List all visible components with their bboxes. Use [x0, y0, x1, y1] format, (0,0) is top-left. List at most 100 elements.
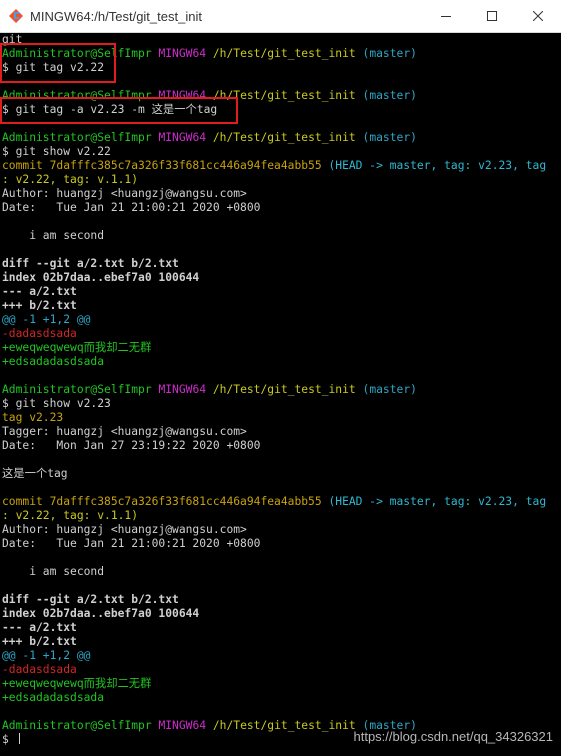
diff-removed-text: -dadasdsada — [2, 663, 77, 676]
diff-header-text: diff --git a/2.txt b/2.txt — [2, 257, 179, 270]
commit-hash: commit 7dafffc385c7a326f33f681cc446a94fe… — [2, 495, 322, 508]
output-line: Author: huangzj <huangzj@wangsu.com> — [2, 187, 561, 201]
minimize-button[interactable] — [423, 0, 469, 32]
diff-header-text: --- a/2.txt — [2, 285, 77, 298]
prompt-system: MINGW64 — [158, 719, 207, 732]
diff-header-line: +++ b/2.txt — [2, 635, 561, 649]
diff-header-text: +++ b/2.txt — [2, 299, 77, 312]
output-text: 这是一个tag — [2, 467, 68, 480]
maximize-button[interactable] — [469, 0, 515, 32]
diff-added-line: +eweqweqwewq而我却二无群 — [2, 677, 561, 691]
output-line: 这是一个tag — [2, 467, 561, 481]
minimize-icon — [441, 16, 451, 17]
input-prompt: $ — [2, 733, 16, 746]
title-bar[interactable]: MINGW64:/h/Test/git_test_init — [0, 0, 561, 33]
diff-header-text: --- a/2.txt — [2, 621, 77, 634]
window-title: MINGW64:/h/Test/git_test_init — [30, 8, 202, 24]
commit-hash: commit 7dafffc385c7a326f33f681cc446a94fe… — [2, 159, 322, 172]
diff-header-line: index 02b7daa..ebef7a0 100644 — [2, 607, 561, 621]
prompt-system: MINGW64 — [158, 131, 207, 144]
prompt-path: /h/Test/git_test_init — [212, 47, 356, 60]
output-text: i am second — [2, 565, 105, 578]
prompt-line: Administrator@SelfImpr MINGW64 /h/Test/g… — [2, 383, 561, 397]
output-text: Date: Tue Jan 21 21:00:21 2020 +0800 — [2, 537, 261, 550]
text-cursor — [18, 733, 20, 744]
diff-removed-line: -dadasdsada — [2, 663, 561, 677]
output-text: Tagger: huangzj <huangzj@wangsu.com> — [2, 425, 247, 438]
command-line: $ git show v2.22 — [2, 145, 561, 159]
diff-added-text: +edsadadasdsada — [2, 691, 105, 704]
diff-header-text: index 02b7daa..ebef7a0 100644 — [2, 271, 200, 284]
diff-header-line: index 02b7daa..ebef7a0 100644 — [2, 271, 561, 285]
diff-header-text: diff --git a/2.txt b/2.txt — [2, 593, 179, 606]
diff-header-text: +++ b/2.txt — [2, 635, 77, 648]
diff-header-line: +++ b/2.txt — [2, 299, 561, 313]
commit-refs-continued: : v2.22, tag: v.1.1) — [2, 509, 561, 523]
commit-line: commit 7dafffc385c7a326f33f681cc446a94fe… — [2, 159, 561, 173]
output-line: Date: Tue Jan 21 21:00:21 2020 +0800 — [2, 537, 561, 551]
commit-refs: (HEAD -> master, tag: v2.23, tag — [321, 159, 547, 172]
prompt-system: MINGW64 — [158, 89, 207, 102]
output-line: i am second — [2, 565, 561, 579]
prompt-user: Administrator@SelfImpr — [2, 131, 152, 144]
output-line: Tagger: huangzj <huangzj@wangsu.com> — [2, 425, 561, 439]
command-line: $ git tag v2.22 — [2, 61, 561, 75]
diff-removed-line: -dadasdsada — [2, 327, 561, 341]
command-text: $ git tag v2.22 — [2, 61, 105, 74]
diff-header-text: index 02b7daa..ebef7a0 100644 — [2, 607, 200, 620]
output-line: i am second — [2, 229, 561, 243]
tag-line: tag v2.23 — [2, 411, 561, 425]
diff-removed-text: -dadasdsada — [2, 327, 77, 340]
terminal-output[interactable]: git Administrator@SelfImpr MINGW64 /h/Tes… — [0, 33, 561, 756]
git-bash-icon — [8, 8, 24, 24]
prompt-branch: (master) — [362, 47, 417, 60]
output-text: Author: huangzj <huangzj@wangsu.com> — [2, 187, 247, 200]
commit-refs-continued: : v2.22, tag: v.1.1) — [2, 173, 561, 187]
output-line: Date: Mon Jan 27 23:19:22 2020 +0800 — [2, 439, 561, 453]
output-line: git — [2, 33, 561, 47]
prompt-system: MINGW64 — [158, 47, 207, 60]
prompt-line: Administrator@SelfImpr MINGW64 /h/Test/g… — [2, 131, 561, 145]
output-line: Date: Tue Jan 21 21:00:21 2020 +0800 — [2, 201, 561, 215]
command-line: $ git tag -a v2.23 -m 这是一个tag — [2, 103, 561, 117]
prompt-line: Administrator@SelfImpr MINGW64 /h/Test/g… — [2, 89, 561, 103]
diff-hunk-line: @@ -1 +1,2 @@ — [2, 649, 561, 663]
maximize-icon — [487, 11, 497, 21]
diff-added-text: +edsadadasdsada — [2, 355, 105, 368]
prompt-user: Administrator@SelfImpr — [2, 47, 152, 60]
commit-line: commit 7dafffc385c7a326f33f681cc446a94fe… — [2, 495, 561, 509]
diff-hunk-text: @@ -1 +1,2 @@ — [2, 313, 91, 326]
prompt-user: Administrator@SelfImpr — [2, 383, 152, 396]
close-button[interactable] — [515, 0, 561, 32]
output-text: Date: Mon Jan 27 23:19:22 2020 +0800 — [2, 439, 261, 452]
diff-header-line: --- a/2.txt — [2, 621, 561, 635]
command-line: $ git show v2.23 — [2, 397, 561, 411]
prompt-path: /h/Test/git_test_init — [212, 89, 356, 102]
prompt-line: Administrator@SelfImpr MINGW64 /h/Test/g… — [2, 47, 561, 61]
diff-added-line: +eweqweqwewq而我却二无群 — [2, 341, 561, 355]
prompt-system: MINGW64 — [158, 383, 207, 396]
diff-added-line: +edsadadasdsada — [2, 691, 561, 705]
diff-header-line: diff --git a/2.txt b/2.txt — [2, 593, 561, 607]
diff-header-line: --- a/2.txt — [2, 285, 561, 299]
command-text: $ git show v2.22 — [2, 145, 111, 158]
prompt-path: /h/Test/git_test_init — [212, 131, 356, 144]
diff-hunk-line: @@ -1 +1,2 @@ — [2, 313, 561, 327]
prompt-user: Administrator@SelfImpr — [2, 89, 152, 102]
diff-added-line: +edsadadasdsada — [2, 355, 561, 369]
prompt-branch: (master) — [362, 89, 417, 102]
command-text: $ git tag -a v2.23 -m 这是一个tag — [2, 103, 218, 116]
commit-refs-continued-text: : v2.22, tag: v.1.1) — [2, 509, 139, 522]
diff-added-text: +eweqweqwewq而我却二无群 — [2, 341, 152, 354]
window-controls — [423, 0, 561, 32]
diff-hunk-text: @@ -1 +1,2 @@ — [2, 649, 91, 662]
close-icon — [533, 11, 543, 21]
diff-header-line: diff --git a/2.txt b/2.txt — [2, 257, 561, 271]
